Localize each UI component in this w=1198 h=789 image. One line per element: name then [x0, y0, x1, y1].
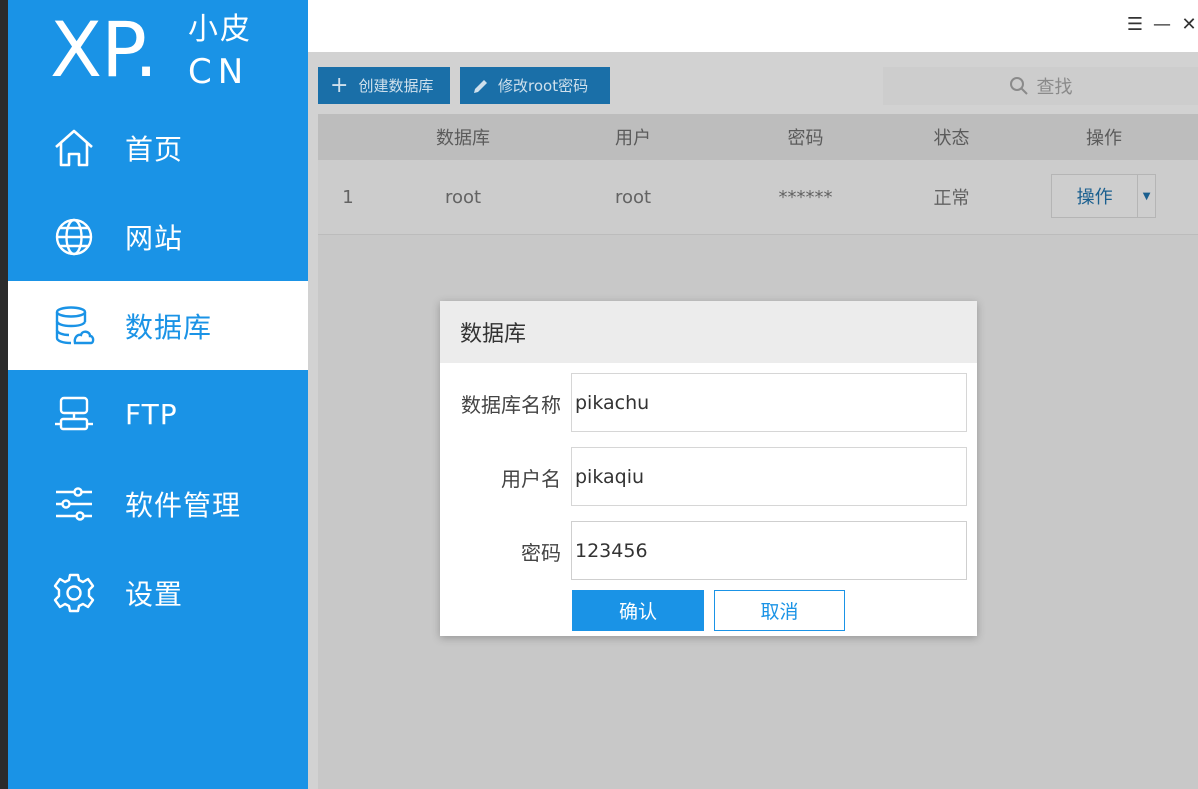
password-label: 密码: [521, 540, 561, 565]
database-dialog: 数据库 数据库名称 用户名 密码 确认 取消: [440, 301, 977, 636]
sidebar-item-label: 软件管理: [125, 488, 242, 522]
caret-down-icon[interactable]: ▼: [1137, 175, 1155, 217]
sidebar-item-label: 设置: [125, 577, 184, 611]
sidebar-item-label: 数据库: [125, 310, 213, 344]
confirm-button[interactable]: 确认: [572, 590, 704, 631]
app-logo: XP. 小皮 CN: [50, 4, 270, 100]
sidebar-item-home[interactable]: 首页: [8, 103, 308, 192]
column-header: 状态: [933, 128, 970, 149]
logo-suffix: CN: [188, 52, 250, 92]
pencil-icon: [472, 77, 490, 95]
username-field[interactable]: [571, 447, 967, 506]
database-icon: [52, 304, 96, 348]
title-bar: ☰ — ✕: [308, 0, 1198, 52]
table-header: 数据库 用户 密码 状态 操作: [318, 114, 1198, 160]
dialog-title: 数据库: [440, 301, 977, 363]
row-user: root: [614, 186, 652, 208]
form-row-db-name: 数据库名称: [440, 373, 977, 433]
db-name-label: 数据库名称: [461, 392, 561, 417]
search-placeholder: 查找: [1036, 77, 1073, 98]
sidebar: XP. 小皮 CN 首页 网站 数据库 FTP 软件管理 设置: [8, 0, 308, 789]
minimize-icon[interactable]: —: [1151, 12, 1173, 36]
logo-mark: XP.: [50, 5, 158, 94]
sidebar-item-label: 网站: [125, 221, 184, 255]
column-header: 数据库: [436, 128, 490, 149]
column-header: 用户: [615, 128, 651, 149]
row-password: ******: [778, 186, 833, 208]
plus-icon: +: [330, 72, 349, 98]
sidebar-item-database[interactable]: 数据库: [8, 281, 308, 370]
ftp-server-icon: [52, 393, 96, 437]
search-input[interactable]: 查找: [883, 67, 1198, 105]
sidebar-item-settings[interactable]: 设置: [8, 548, 308, 637]
sliders-icon: [52, 482, 96, 526]
globe-icon: [52, 215, 96, 259]
sidebar-item-label: FTP: [125, 398, 178, 431]
password-field[interactable]: [571, 521, 967, 580]
form-row-username: 用户名: [440, 447, 977, 507]
logo-chinese: 小皮: [188, 12, 252, 47]
sidebar-nav: 首页 网站 数据库 FTP 软件管理 设置: [8, 103, 308, 637]
close-icon[interactable]: ✕: [1178, 12, 1198, 36]
column-header: 密码: [787, 128, 824, 149]
column-header: 操作: [1086, 128, 1122, 149]
search-icon: [1009, 76, 1029, 96]
window-left-edge: [0, 0, 8, 789]
create-database-label: 创建数据库: [358, 77, 434, 95]
username-label: 用户名: [501, 466, 561, 491]
create-database-button[interactable]: + 创建数据库: [318, 67, 450, 104]
row-action-label: 操作: [1076, 187, 1113, 208]
row-index: 1: [342, 186, 354, 208]
home-icon: [52, 126, 96, 170]
sidebar-item-label: 首页: [125, 132, 184, 166]
row-database: root: [444, 186, 482, 208]
db-name-field[interactable]: [571, 373, 967, 432]
row-status: 正常: [933, 188, 970, 209]
sidebar-item-ftp[interactable]: FTP: [8, 370, 308, 459]
row-action-button[interactable]: 操作 ▼: [1051, 174, 1156, 218]
form-row-password: 密码: [440, 521, 977, 581]
database-table: 数据库 用户 密码 状态 操作 1 root root ****** 正常 操作…: [318, 114, 1198, 235]
sidebar-item-software[interactable]: 软件管理: [8, 459, 308, 548]
sidebar-item-website[interactable]: 网站: [8, 192, 308, 281]
menu-icon[interactable]: ☰: [1124, 12, 1146, 36]
change-root-password-button[interactable]: 修改root密码: [460, 67, 610, 104]
table-row: 1 root root ****** 正常 操作 ▼: [318, 160, 1198, 235]
cancel-button[interactable]: 取消: [714, 590, 845, 631]
change-root-password-label: 修改root密码: [498, 77, 589, 95]
gear-icon: [52, 571, 96, 615]
